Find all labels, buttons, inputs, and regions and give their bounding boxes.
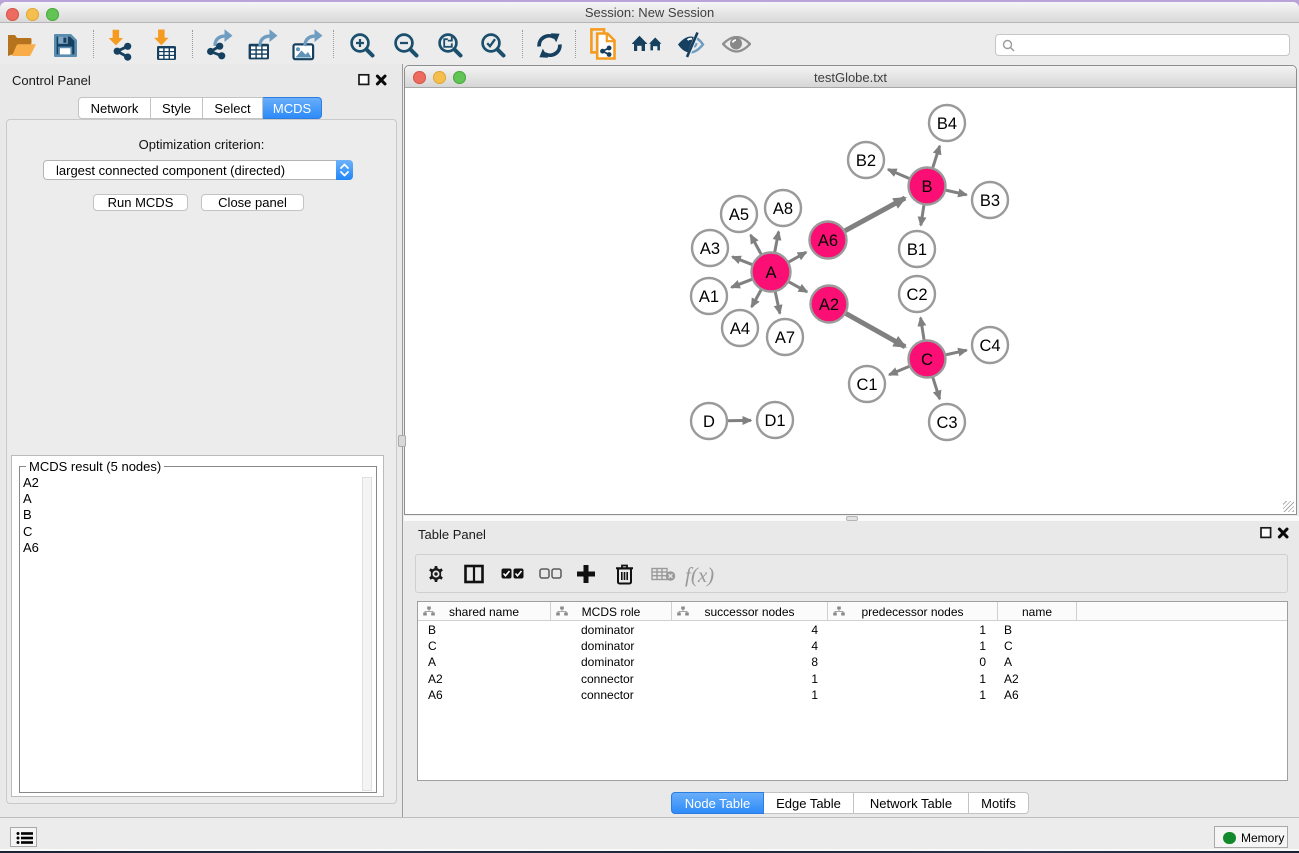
svg-text:C1: C1 [856, 376, 877, 394]
svg-text:C: C [921, 351, 933, 369]
svg-text:C4: C4 [979, 337, 1000, 355]
svg-text:A1: A1 [699, 288, 719, 306]
svg-text:C3: C3 [936, 414, 957, 432]
svg-text:A: A [765, 264, 776, 282]
svg-text:A5: A5 [729, 206, 749, 224]
svg-text:C2: C2 [906, 286, 927, 304]
svg-text:B2: B2 [856, 152, 876, 170]
svg-text:B4: B4 [937, 115, 957, 133]
svg-text:B1: B1 [907, 241, 927, 259]
svg-text:A3: A3 [700, 240, 720, 258]
svg-text:B3: B3 [980, 192, 1000, 210]
svg-text:D1: D1 [764, 412, 785, 430]
svg-text:A4: A4 [730, 320, 750, 338]
svg-text:D: D [703, 413, 715, 431]
svg-text:B: B [921, 178, 932, 196]
svg-text:A7: A7 [775, 329, 795, 347]
svg-text:A6: A6 [818, 232, 838, 250]
svg-text:A2: A2 [819, 296, 839, 314]
svg-text:A8: A8 [773, 200, 793, 218]
